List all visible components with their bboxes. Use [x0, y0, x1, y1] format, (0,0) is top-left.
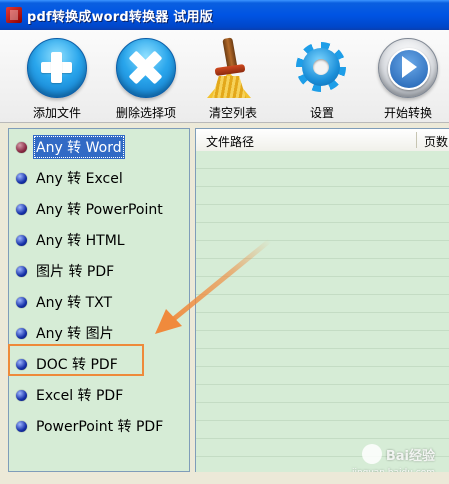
remove-selected-button[interactable]: 删除选择项 — [105, 36, 187, 120]
conversion-option-excel-to-pdf[interactable]: Excel 转 PDF — [16, 383, 126, 407]
toolbar: 添加文件 删除选择项 清空列表 设置 开始转换 — [0, 30, 449, 123]
conversion-option-any-to-powerpoint[interactable]: Any 转 PowerPoint — [16, 197, 166, 221]
start-convert-label: 开始转换 — [383, 106, 432, 120]
start-convert-button[interactable]: 开始转换 — [367, 36, 449, 120]
radio-dot-icon — [16, 327, 27, 339]
settings-button[interactable]: 设置 — [281, 36, 363, 120]
column-header-file-path[interactable]: 文件路径 — [206, 133, 254, 150]
gear-icon — [292, 38, 352, 98]
add-file-button[interactable]: 添加文件 — [16, 36, 98, 120]
clear-list-label: 清空列表 — [208, 106, 257, 120]
radio-dot-icon — [16, 389, 27, 401]
conversion-option-any-to-word[interactable]: Any 转 Word — [16, 135, 125, 159]
radio-dot-icon — [16, 172, 27, 184]
conversion-option-powerpoint-to-pdf[interactable]: PowerPoint 转 PDF — [16, 414, 166, 438]
radio-dot-icon — [16, 296, 27, 308]
play-icon — [378, 38, 438, 98]
conversion-option-label: Any 转 Word — [33, 135, 125, 159]
window-title: pdf转换成word转换器 试用版 — [27, 9, 213, 25]
paw-icon — [361, 444, 382, 464]
clear-list-button[interactable]: 清空列表 — [192, 36, 274, 120]
broom-icon — [203, 37, 263, 98]
conversion-option-label: Excel 转 PDF — [36, 388, 124, 404]
highlight-box-annotation — [8, 344, 144, 376]
title-bar: pdf转换成word转换器 试用版 — [0, 0, 449, 30]
conversion-option-image-to-pdf[interactable]: 图片 转 PDF — [16, 259, 117, 283]
remove-selected-label: 删除选择项 — [115, 106, 176, 120]
conversion-option-any-to-html[interactable]: Any 转 HTML — [16, 228, 128, 252]
conversion-option-label: Any 转 Excel — [36, 171, 123, 187]
remove-icon — [116, 38, 176, 98]
conversion-type-list: Any 转 Word Any 转 Excel Any 转 PowerPoint … — [8, 128, 190, 472]
window-bottom-edge — [0, 472, 449, 484]
add-file-label: 添加文件 — [32, 106, 81, 120]
settings-label: 设置 — [309, 106, 334, 120]
conversion-option-label: Any 转 TXT — [36, 295, 113, 311]
watermark-brand: Bai经验 — [385, 448, 435, 464]
conversion-option-any-to-txt[interactable]: Any 转 TXT — [16, 290, 115, 314]
file-list[interactable]: 文件路径 页数 — [195, 128, 449, 472]
conversion-option-label: Any 转 PowerPoint — [36, 202, 163, 218]
column-header-page-count[interactable]: 页数 — [424, 133, 448, 150]
radio-dot-icon — [16, 203, 27, 215]
column-divider[interactable] — [416, 132, 417, 148]
conversion-option-label: Any 转 图片 — [36, 326, 114, 342]
conversion-option-label: 图片 转 PDF — [36, 264, 115, 280]
radio-dot-icon — [16, 420, 27, 432]
conversion-option-any-to-image[interactable]: Any 转 图片 — [16, 321, 117, 345]
radio-dot-icon — [16, 265, 27, 277]
conversion-option-label: Any 转 HTML — [36, 233, 125, 249]
add-icon — [27, 38, 87, 98]
radio-dot-icon — [16, 234, 27, 246]
file-list-rows[interactable] — [196, 151, 449, 472]
conversion-option-any-to-excel[interactable]: Any 转 Excel — [16, 166, 126, 190]
app-icon — [6, 7, 22, 23]
watermark-logo: Bai经验 — [361, 444, 435, 464]
radio-dot-icon — [16, 141, 27, 153]
file-list-header: 文件路径 页数 — [196, 129, 449, 152]
conversion-option-label: PowerPoint 转 PDF — [36, 419, 164, 435]
